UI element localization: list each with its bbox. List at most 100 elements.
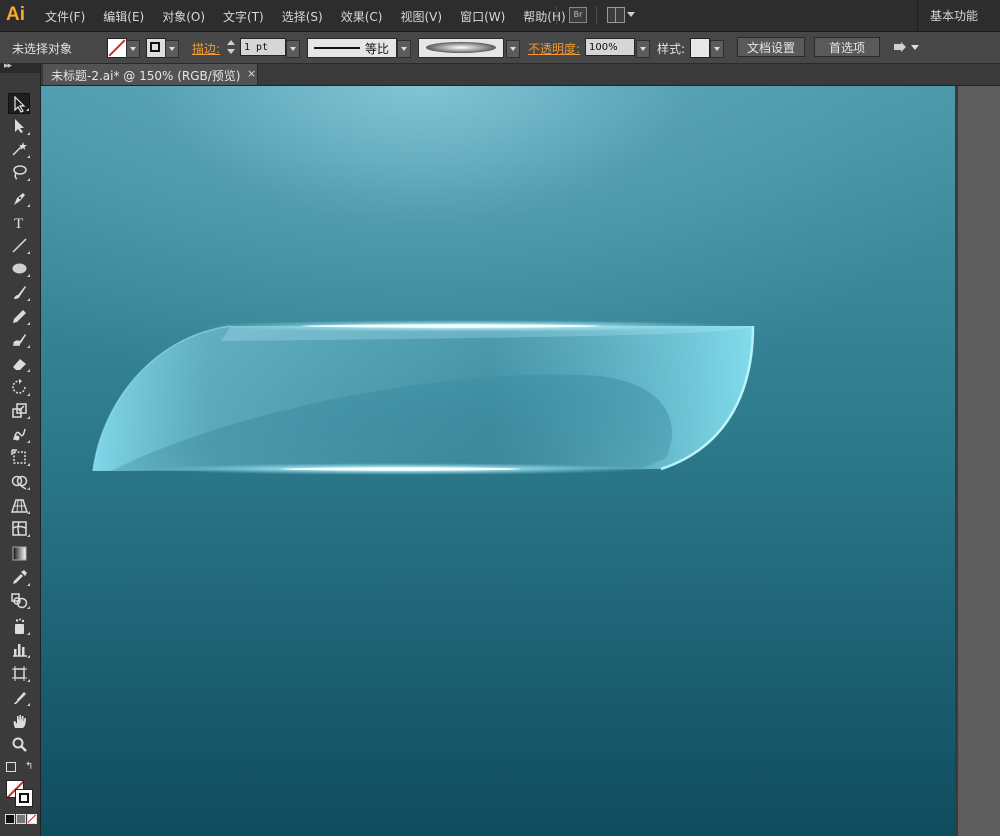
menu-help[interactable]: 帮助(H): [523, 8, 565, 25]
eraser-tool-button[interactable]: [8, 353, 30, 374]
opacity-label[interactable]: 不透明度:: [528, 40, 580, 57]
default-colors-icon[interactable]: [6, 762, 16, 772]
column-graph-tool-icon: [13, 644, 27, 657]
chevron-down-icon: [627, 12, 635, 17]
eyedropper-tool-icon: [13, 570, 27, 584]
opacity-dropdown[interactable]: [636, 40, 650, 58]
pen-tool-icon: [14, 193, 25, 205]
menu-file[interactable]: 文件(F): [45, 8, 85, 25]
app-logo: Ai: [6, 4, 25, 25]
workspace-switcher[interactable]: 基本功能: [917, 0, 1000, 31]
free-transform-tool-icon: [11, 449, 26, 464]
eyedropper-tool-button[interactable]: [8, 567, 30, 588]
bridge-button[interactable]: Br: [569, 7, 587, 23]
selection-status: 未选择对象: [12, 42, 73, 56]
arrange-documents-icon: [607, 7, 625, 23]
pencil-tool-button[interactable]: [8, 306, 30, 327]
style-label: 样式:: [657, 42, 686, 56]
menu-bar: Ai 文件(F) 编辑(E) 对象(O) 文字(T) 选择(S) 效果(C) 视…: [0, 0, 1000, 32]
stroke-weight-field[interactable]: 1 pt: [240, 38, 286, 56]
graphic-style-swatch[interactable]: [690, 38, 710, 58]
document-tab[interactable]: 未标题-2.ai* @ 150% (RGB/预览) ×: [43, 64, 258, 85]
stroke-dropdown[interactable]: [165, 40, 179, 58]
ellipse-tool-button[interactable]: [8, 258, 30, 279]
control-panel-menu-icon[interactable]: [893, 41, 907, 53]
menu-divider: [596, 6, 597, 24]
paintbrush-tool-icon: [14, 286, 26, 299]
none-mode-icon[interactable]: [27, 814, 37, 824]
mesh-tool-button[interactable]: [8, 518, 30, 539]
stepper-down-icon: [227, 49, 235, 54]
brush-preview-icon: [426, 42, 496, 53]
rotate-tool-button[interactable]: [8, 377, 30, 398]
paintbrush-tool-button[interactable]: [8, 282, 30, 303]
fill-swatch[interactable]: [107, 38, 127, 58]
top-highlight-core: [301, 324, 601, 328]
document-tab-title: 未标题-2.ai* @ 150% (RGB/预览): [51, 69, 241, 83]
slice-tool-icon: [12, 692, 26, 705]
symbol-sprayer-tool-button[interactable]: [8, 616, 30, 637]
stepper-up-icon: [227, 40, 235, 45]
menu-edit[interactable]: 编辑(E): [103, 8, 144, 25]
swap-colors-icon[interactable]: ↰: [25, 762, 33, 772]
menu-view[interactable]: 视图(V): [400, 8, 442, 25]
ellipse-tool-icon: [12, 263, 27, 274]
hand-tool-icon: [13, 715, 26, 728]
scale-tool-button[interactable]: [8, 400, 30, 421]
tools-panel-header[interactable]: ▸▸: [0, 61, 40, 73]
warp-tool-button[interactable]: [8, 424, 30, 445]
chevron-down-icon[interactable]: [911, 45, 919, 50]
menu-type[interactable]: 文字(T): [223, 8, 264, 25]
artboard-tool-button[interactable]: [8, 663, 30, 684]
gradient-tool-button[interactable]: [8, 543, 30, 564]
menu-effect[interactable]: 效果(C): [341, 8, 383, 25]
scale-tool-icon: [12, 403, 27, 418]
menu-select[interactable]: 选择(S): [282, 8, 323, 25]
variable-width-profile[interactable]: 等比: [307, 38, 397, 58]
collapse-icon: ▸▸: [4, 61, 12, 71]
free-transform-tool-button[interactable]: [8, 447, 30, 468]
close-icon[interactable]: ×: [247, 67, 256, 80]
workspace-label: 基本功能: [930, 9, 979, 23]
arrange-documents-button[interactable]: [607, 7, 635, 23]
stroke-swatch[interactable]: [146, 38, 166, 58]
stroke-color-swatch[interactable]: [15, 789, 33, 807]
color-mode-icon[interactable]: [5, 814, 15, 824]
lasso-tool-button[interactable]: [8, 162, 30, 183]
preferences-button[interactable]: 首选项: [814, 37, 880, 57]
opacity-field[interactable]: 100%: [585, 38, 635, 56]
zoom-tool-button[interactable]: [8, 734, 30, 755]
blend-tool-button[interactable]: [8, 590, 30, 611]
selection-tool-button[interactable]: [8, 93, 30, 114]
stroke-weight-dropdown[interactable]: [286, 40, 300, 58]
symbol-sprayer-tool-icon: [15, 618, 25, 634]
document-setup-button[interactable]: 文档设置: [737, 37, 805, 57]
stroke-weight-stepper[interactable]: [226, 38, 236, 56]
brush-definition[interactable]: [418, 38, 504, 58]
svg-text:T: T: [14, 216, 23, 231]
menu-items: 文件(F) 编辑(E) 对象(O) 文字(T) 选择(S) 效果(C) 视图(V…: [45, 8, 584, 25]
stroke-label[interactable]: 描边:: [192, 40, 220, 57]
column-graph-tool-button[interactable]: [8, 639, 30, 660]
artboard-canvas[interactable]: [41, 86, 955, 836]
line-tool-button[interactable]: [8, 235, 30, 256]
brush-dropdown[interactable]: [506, 40, 520, 58]
type-tool-button[interactable]: T: [8, 212, 30, 233]
hand-tool-button[interactable]: [8, 711, 30, 732]
fill-dropdown[interactable]: [126, 40, 140, 58]
slice-tool-button[interactable]: [8, 687, 30, 708]
fill-stroke-widget: ↰: [4, 762, 38, 832]
perspective-grid-tool-button[interactable]: [8, 495, 30, 516]
style-dropdown[interactable]: [710, 40, 724, 58]
blob-brush-tool-button[interactable]: [8, 329, 30, 350]
rotate-tool-icon: [12, 379, 26, 394]
magic-wand-tool-button[interactable]: [8, 139, 30, 160]
menu-window[interactable]: 窗口(W): [460, 8, 505, 25]
direct-selection-tool-button[interactable]: [8, 116, 30, 137]
shape-builder-tool-button[interactable]: [8, 471, 30, 492]
pen-tool-button[interactable]: [8, 188, 30, 209]
gradient-mode-icon[interactable]: [16, 814, 26, 824]
magic-wand-tool-icon: [12, 142, 27, 156]
menu-object[interactable]: 对象(O): [162, 8, 205, 25]
stroke-profile-dropdown[interactable]: [397, 40, 411, 58]
